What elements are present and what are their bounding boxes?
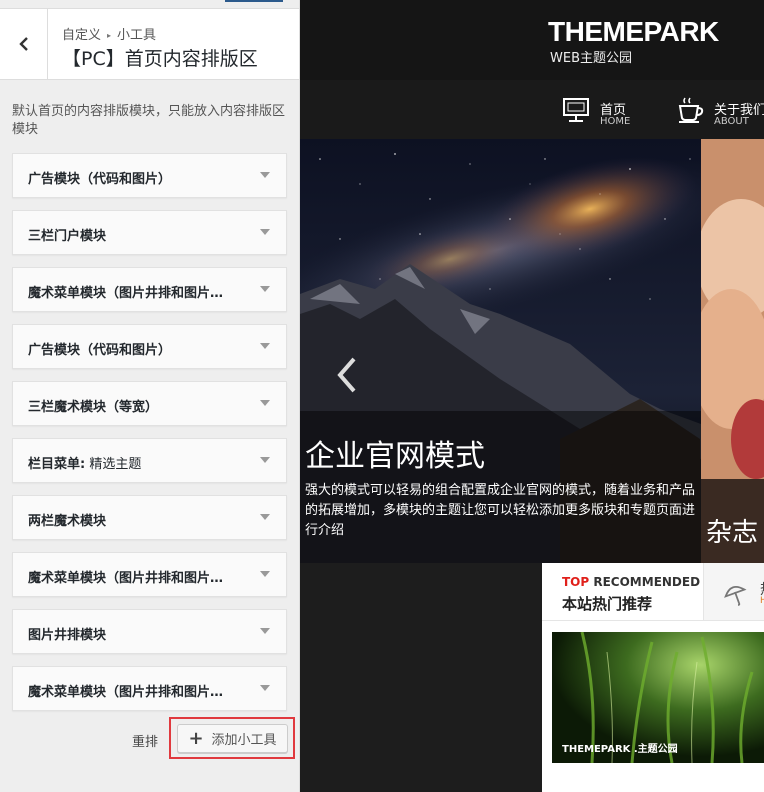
caret-down-icon[interactable]: [260, 286, 270, 292]
widget-item[interactable]: 三栏门户模块: [12, 210, 287, 255]
portrait-image: [701, 139, 764, 563]
breadcrumb-parent: 自定义: [62, 28, 102, 43]
widget-item[interactable]: 魔术菜单模块（图片井排和图片…: [12, 666, 287, 711]
widget-item[interactable]: 栏目菜单: 精选主题: [12, 438, 287, 483]
site-logo[interactable]: THEMEPARK: [548, 16, 719, 48]
add-widget-label: 添加小工具: [211, 733, 277, 748]
recommend-label: TOP RECOMMENDED: [562, 575, 701, 589]
publish-button-edge[interactable]: [225, 0, 283, 2]
slider-prev-button[interactable]: [334, 355, 360, 395]
chevron-left-icon: [18, 37, 28, 51]
slide-description: 强大的模式可以轻易的组合配置成企业官网的模式，随着业务和产品的拓展增加，多模块的…: [305, 483, 696, 538]
widget-item[interactable]: 广告模块（代码和图片）: [12, 153, 287, 198]
recommend-tab-hot[interactable]: 热 H: [704, 563, 764, 621]
caret-down-icon[interactable]: [260, 685, 270, 691]
slider-image-portrait: [701, 139, 764, 563]
slide-title: 企业官网模式: [305, 439, 485, 474]
widget-title: 图片井排模块: [28, 628, 107, 643]
recommend-header: TOP RECOMMENDED 本站热门推荐: [542, 563, 704, 621]
widget-title: 栏目菜单: 精选主题: [28, 457, 142, 472]
caret-down-icon[interactable]: [260, 514, 270, 520]
widget-title: 广告模块（代码和图片）: [28, 343, 172, 358]
widget-title: 三栏门户模块: [28, 229, 107, 244]
widget-title: 魔术菜单模块（图片井排和图片…: [28, 685, 224, 700]
nav-item-about[interactable]: 关于我们 ABOUT: [676, 80, 764, 139]
coffee-cup-icon: [678, 97, 704, 123]
chevron-left-icon: [337, 357, 356, 393]
widget-item[interactable]: 三栏魔术模块（等宽）: [12, 381, 287, 426]
widget-title: 三栏魔术模块（等宽）: [28, 400, 159, 415]
widget-item[interactable]: 两栏魔术模块: [12, 495, 287, 540]
widget-item[interactable]: 图片井排模块: [12, 609, 287, 654]
widget-title: 魔术菜单模块（图片井排和图片…: [28, 286, 224, 301]
site-logo-subtitle: WEB主题公园: [550, 51, 632, 66]
customizer-panel: 自定义 ▸ 小工具 【PC】首页内容排版区 默认首页的内容排版模块，只能放入内容排版…: [0, 0, 300, 792]
caret-down-icon[interactable]: [260, 400, 270, 406]
nav-item-home[interactable]: 首页 HOME: [562, 80, 642, 139]
caret-down-icon[interactable]: [260, 628, 270, 634]
site-preview: THEMEPARK WEB主题公园 首页 HOME 关于我们 ABOUT 企业官…: [300, 0, 764, 792]
umbrella-icon: [724, 585, 747, 606]
widget-title: 广告模块（代码和图片）: [28, 172, 172, 187]
panel-header: 自定义 ▸ 小工具 【PC】首页内容排版区: [0, 8, 299, 80]
plus-icon: +: [188, 727, 204, 749]
add-widget-button[interactable]: + 添加小工具: [177, 724, 288, 753]
caret-down-icon[interactable]: [260, 343, 270, 349]
widget-item[interactable]: 魔术菜单模块（图片井排和图片…: [12, 552, 287, 597]
widget-item[interactable]: 广告模块（代码和图片）: [12, 324, 287, 369]
thumbnail-caption: THEMEPARK .主题公园: [562, 744, 678, 755]
caret-down-icon[interactable]: [260, 457, 270, 463]
breadcrumb: 自定义 ▸ 小工具: [62, 24, 156, 43]
breadcrumb-current: 小工具: [117, 28, 157, 43]
breadcrumb-separator-icon: ▸: [107, 31, 112, 40]
reorder-link[interactable]: 重排: [132, 731, 158, 750]
nav-about-subtitle: ABOUT: [714, 116, 749, 127]
widget-title: 两栏魔术模块: [28, 514, 107, 529]
recommend-tab-subtitle: H: [760, 596, 764, 606]
panel-title: 【PC】首页内容排版区: [62, 48, 258, 70]
monitor-icon: [563, 98, 589, 122]
widget-title: 魔术菜单模块（图片井排和图片…: [28, 571, 224, 586]
caret-down-icon[interactable]: [260, 172, 270, 178]
slide2-title: 杂志: [706, 518, 759, 548]
back-button[interactable]: [0, 9, 48, 79]
nav-home-subtitle: HOME: [600, 116, 631, 127]
recommend-title: 本站热门推荐: [562, 595, 653, 613]
recommend-section: TOP RECOMMENDED 本站热门推荐 热 H: [542, 563, 764, 792]
caret-down-icon[interactable]: [260, 229, 270, 235]
site-nav: 首页 HOME 关于我们 ABOUT: [300, 80, 764, 139]
panel-description: 默认首页的内容排版模块，只能放入内容排版区模块: [12, 104, 286, 137]
add-widget-highlight: + 添加小工具: [169, 717, 295, 759]
widget-item[interactable]: 魔术菜单模块（图片井排和图片…: [12, 267, 287, 312]
caret-down-icon[interactable]: [260, 571, 270, 577]
